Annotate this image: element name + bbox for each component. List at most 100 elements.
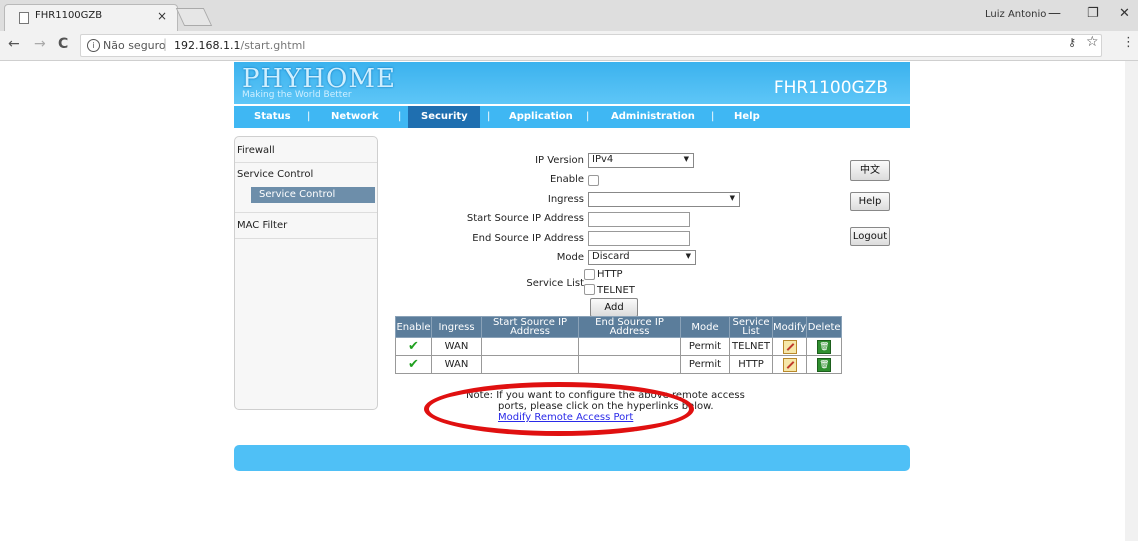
- http-checkbox[interactable]: [584, 269, 595, 280]
- model-name: FHR1100GZB: [773, 78, 888, 98]
- ip-version-label: IP Version: [535, 155, 584, 166]
- mode-label: Mode: [556, 252, 584, 263]
- service-cell: HTTP: [729, 355, 773, 374]
- end-ip-input[interactable]: [588, 231, 690, 246]
- back-button[interactable]: ←: [8, 36, 20, 52]
- telnet-label: TELNET: [597, 285, 635, 296]
- column-header: End Source IP Address: [578, 316, 681, 338]
- menu-application[interactable]: Application: [509, 111, 573, 122]
- url-separator: |: [163, 37, 168, 51]
- router-banner: PHYHOME Making the World Better FHR1100G…: [234, 62, 910, 104]
- info-icon[interactable]: i: [87, 39, 100, 52]
- column-header: Enable: [395, 316, 432, 338]
- delete-cell: 🗑: [806, 355, 843, 374]
- logout-button[interactable]: Logout: [850, 227, 890, 246]
- start-ip-input[interactable]: [588, 212, 690, 227]
- menu-separator: |: [487, 111, 491, 122]
- column-header: Mode: [680, 316, 730, 338]
- profile-name[interactable]: Luiz Antonio: [985, 9, 1046, 20]
- modify-cell: [771, 355, 808, 374]
- reload-button[interactable]: C: [58, 36, 68, 52]
- end-ip-label: End Source IP Address: [472, 233, 584, 244]
- star-icon[interactable]: ☆: [1086, 34, 1099, 50]
- scrollbar[interactable]: [1125, 61, 1138, 541]
- tab-close-icon[interactable]: ×: [157, 9, 167, 23]
- menu-separator: |: [398, 111, 402, 122]
- menu-help[interactable]: Help: [734, 111, 760, 122]
- not-secure-label: Não seguro: [103, 39, 166, 52]
- tab-title: FHR1100GZB: [35, 10, 103, 21]
- chevron-down-icon: ▼: [729, 194, 735, 202]
- ingress-select[interactable]: ▼: [588, 192, 740, 207]
- mode-cell: Permit: [680, 355, 730, 374]
- modify-cell: [771, 337, 808, 356]
- edit-icon[interactable]: [782, 357, 797, 372]
- table-row: ✔ WAN Permit HTTP 🗑: [395, 355, 843, 374]
- new-tab-button[interactable]: [175, 8, 213, 26]
- address-bar: ← → C i Não seguro | 192.168.1.1/start.g…: [0, 31, 1138, 61]
- column-header: Service List: [729, 316, 773, 338]
- menu-separator: |: [307, 111, 311, 122]
- chevron-down-icon: ▼: [685, 252, 691, 260]
- sidebar: Firewall Service Control Service Control…: [234, 136, 378, 410]
- footer-bar: [234, 445, 910, 471]
- menu-status[interactable]: Status: [254, 111, 291, 122]
- minimize-button[interactable]: —: [1048, 6, 1061, 21]
- brand-tagline: Making the World Better: [242, 90, 352, 100]
- trash-icon[interactable]: 🗑: [817, 357, 832, 372]
- ip-version-select[interactable]: IPv4 ▼: [588, 153, 694, 168]
- sidebar-item-service-control[interactable]: Service Control: [237, 169, 313, 180]
- divider: [235, 238, 377, 239]
- trash-icon[interactable]: 🗑: [817, 339, 832, 354]
- sidebar-item-mac-filter[interactable]: MAC Filter: [237, 220, 287, 231]
- menu-separator: |: [711, 111, 715, 122]
- enable-cell: ✔: [395, 355, 432, 374]
- main-menu: Status | Network | Security | Applicatio…: [234, 106, 910, 128]
- ingress-label: Ingress: [547, 194, 584, 205]
- column-header: Delete: [806, 316, 843, 338]
- edit-icon[interactable]: [782, 339, 797, 354]
- ingress-cell: WAN: [431, 355, 482, 374]
- sidebar-item-firewall[interactable]: Firewall: [237, 145, 275, 156]
- column-header: Ingress: [431, 316, 482, 338]
- close-window-button[interactable]: ✕: [1119, 6, 1130, 21]
- mode-select[interactable]: Discard ▼: [588, 250, 696, 265]
- http-label: HTTP: [597, 269, 623, 280]
- maximize-button[interactable]: ❐: [1087, 6, 1099, 21]
- start-ip-cell: [481, 355, 579, 374]
- column-header: Modify: [771, 316, 808, 338]
- enable-cell: ✔: [395, 337, 432, 356]
- red-highlight-ellipse: [424, 382, 694, 436]
- browser-tab[interactable]: FHR1100GZB ×: [4, 4, 178, 32]
- end-ip-cell: [578, 355, 681, 374]
- service-list-label: Service List: [526, 278, 584, 289]
- url-field[interactable]: i Não seguro | 192.168.1.1/start.ghtml: [80, 34, 1102, 57]
- key-icon[interactable]: ⚷: [1068, 36, 1076, 49]
- menu-administration[interactable]: Administration: [611, 111, 695, 122]
- chevron-down-icon: ▼: [683, 155, 689, 163]
- divider: [235, 212, 377, 213]
- table-header-row: Enable Ingress Start Source IP Address E…: [395, 316, 843, 338]
- mode-cell: Permit: [680, 337, 730, 356]
- enable-checkbox[interactable]: [588, 175, 599, 186]
- service-cell: TELNET: [729, 337, 773, 356]
- menu-icon[interactable]: ⋮: [1122, 35, 1135, 50]
- delete-cell: 🗑: [806, 337, 843, 356]
- forward-button[interactable]: →: [34, 36, 46, 52]
- help-button[interactable]: Help: [850, 192, 890, 211]
- check-icon: ✔: [408, 357, 419, 372]
- divider: [235, 162, 377, 163]
- language-button[interactable]: 中文: [850, 160, 890, 181]
- ingress-cell: WAN: [431, 337, 482, 356]
- page-icon: [19, 12, 29, 24]
- menu-security[interactable]: Security: [421, 111, 468, 122]
- enable-label: Enable: [549, 174, 584, 185]
- url-text: 192.168.1.1/start.ghtml: [174, 39, 306, 52]
- check-icon: ✔: [408, 339, 419, 354]
- add-button[interactable]: Add: [590, 298, 638, 317]
- menu-separator: |: [586, 111, 590, 122]
- start-ip-cell: [481, 337, 579, 356]
- sidebar-subitem-service-control[interactable]: Service Control: [251, 187, 375, 203]
- telnet-checkbox[interactable]: [584, 284, 595, 295]
- menu-network[interactable]: Network: [331, 111, 379, 122]
